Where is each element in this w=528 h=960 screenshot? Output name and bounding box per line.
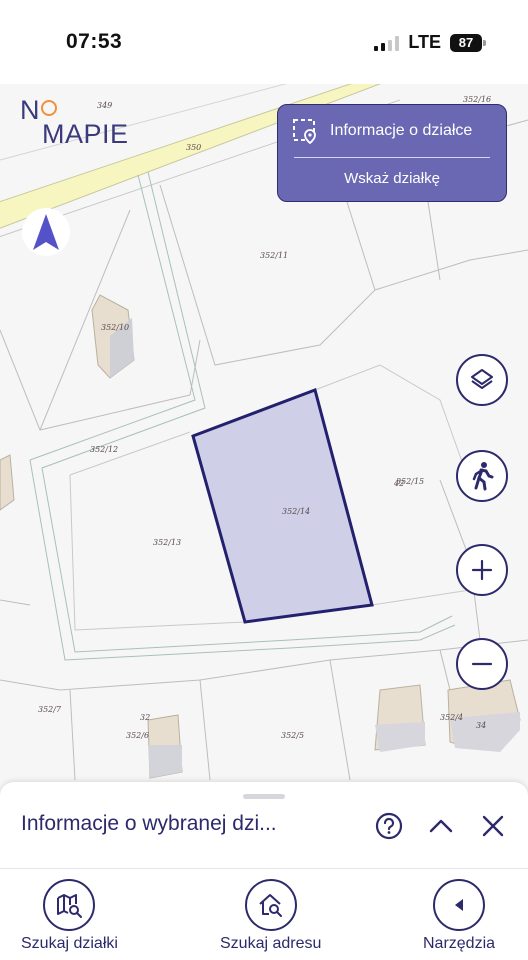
parcel-info-header[interactable]: Informacje o działce (278, 105, 506, 157)
battery-icon: 87 (450, 33, 486, 52)
chevron-up-icon (429, 819, 453, 833)
layers-button[interactable] (456, 354, 508, 406)
parcel-label: 350 (186, 143, 201, 152)
compass-button[interactable] (22, 208, 70, 256)
parcel-label: 352/6 (126, 731, 149, 740)
zoom-out-button[interactable] (456, 638, 508, 690)
street-view-button[interactable] (456, 450, 508, 502)
zoom-in-button[interactable] (456, 544, 508, 596)
point-parcel-button[interactable]: Wskaż działkę (278, 158, 506, 187)
status-bar: 07:53 LTE 87 (0, 0, 528, 84)
nav-label: Narzędzia (423, 935, 496, 952)
map-search-icon (43, 879, 96, 931)
parcel-label: 352/7 (38, 705, 62, 714)
parcel-label: 352/13 (153, 538, 181, 547)
parcel-info-title: Informacje o działce (330, 122, 473, 139)
navigation-arrow-icon (33, 214, 59, 250)
parcel-label: 352/14 (282, 507, 310, 516)
logo-text-2: MAPIE (42, 119, 129, 150)
bottom-sheet-title: Informacje o wybranej dzi... (21, 812, 277, 835)
building-number: 32 (140, 713, 150, 722)
signal-icon (374, 35, 400, 51)
bottom-navigation: Szukaj działki Szukaj adresu Narzędzia (0, 868, 528, 960)
parcel-label: 352/12 (90, 445, 118, 454)
parcel-label: 352/11 (260, 251, 288, 260)
expand-button[interactable] (424, 806, 458, 846)
sheet-drag-handle[interactable] (243, 794, 285, 799)
help-button[interactable] (372, 806, 406, 846)
chevron-left-icon (433, 879, 486, 931)
app-logo: N MAPIE (20, 95, 129, 150)
minus-icon (471, 662, 493, 666)
plus-icon (471, 559, 493, 581)
status-indicators: LTE 87 (374, 32, 486, 53)
app-screen: 349 350 352/16 352/11 352/10 352/12 352/… (0, 0, 528, 960)
layers-icon (471, 369, 493, 389)
logo-pin-icon (41, 100, 57, 117)
network-label: LTE (408, 32, 441, 52)
nav-label: Szukaj adresu (220, 935, 322, 952)
parcel-select-icon (293, 119, 316, 144)
nav-search-address[interactable]: Szukaj adresu (220, 879, 321, 953)
close-icon (482, 815, 504, 837)
home-search-icon (244, 879, 297, 931)
logo-text-1: N (20, 95, 40, 125)
help-icon (375, 812, 403, 840)
building-number: 42 (393, 479, 404, 488)
parcel-label: 352/10 (101, 323, 129, 332)
nav-label: Szukaj działki (21, 935, 118, 952)
parcel-label: 352/4 (440, 713, 463, 722)
parcel-info-panel: Informacje o działce Wskaż działkę (277, 104, 507, 202)
nav-search-parcel[interactable]: Szukaj działki (21, 879, 118, 953)
walking-person-icon (472, 462, 494, 491)
building-number: 34 (476, 721, 486, 730)
status-time: 07:53 (66, 30, 123, 53)
nav-tools[interactable]: Narzędzia (423, 879, 495, 953)
parcel-label: 352/5 (281, 731, 304, 740)
bottom-sheet-actions (372, 806, 510, 846)
close-button[interactable] (476, 806, 510, 846)
parcel-label: 352/16 (463, 95, 491, 104)
